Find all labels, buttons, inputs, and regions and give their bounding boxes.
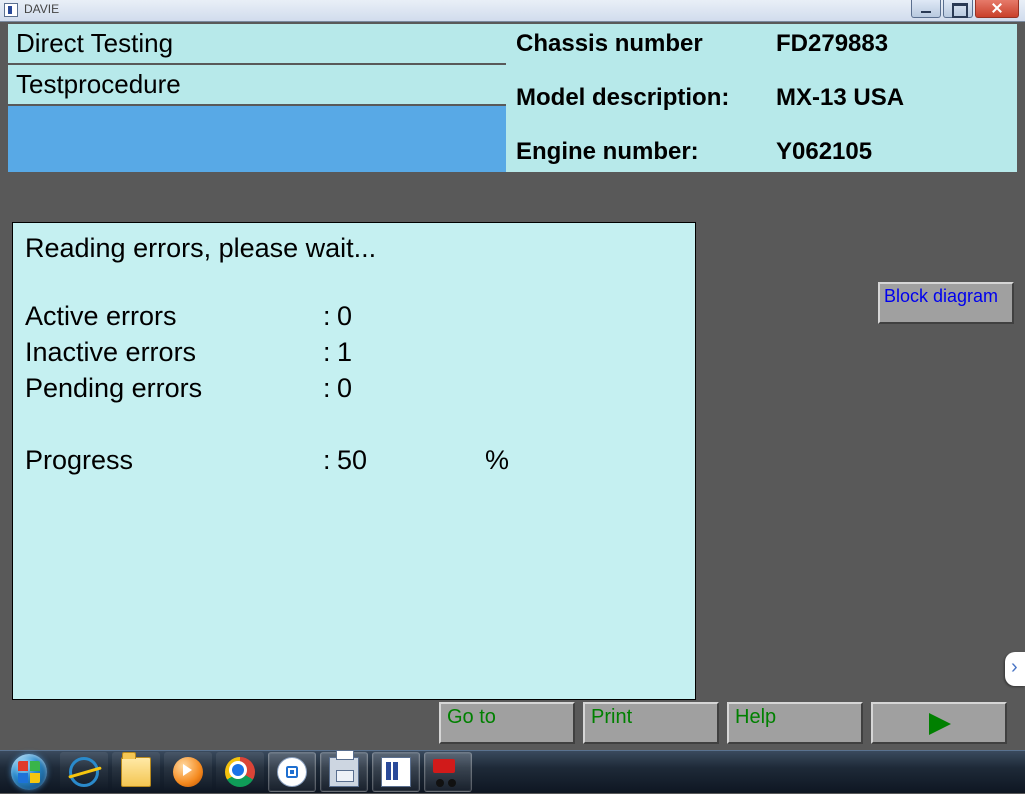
taskbar-truck-app[interactable] — [424, 752, 472, 792]
breadcrumb-current — [8, 106, 506, 172]
side-expand-tab[interactable] — [1005, 652, 1025, 686]
window-titlebar: DAVIE — [0, 0, 1025, 22]
taskbar-ie[interactable] — [60, 752, 108, 792]
model-description-value: MX-13 USA — [776, 84, 904, 112]
separator: : — [323, 373, 337, 404]
breadcrumb-line-1: Direct Testing — [8, 24, 506, 65]
windows-taskbar — [0, 750, 1025, 793]
goto-button[interactable]: Go to — [439, 702, 575, 744]
window-close-button[interactable] — [975, 0, 1019, 18]
separator: : — [323, 445, 337, 476]
taskbar-davie[interactable] — [372, 752, 420, 792]
teamviewer-icon — [277, 757, 307, 787]
folder-icon — [121, 757, 151, 787]
bottom-toolbar: Go to Print Help — [439, 702, 1007, 744]
davie-app-icon — [381, 757, 411, 787]
vehicle-info-panel: Chassis number FD279883 Model descriptio… — [506, 24, 1017, 172]
chassis-number-label: Chassis number — [516, 30, 776, 58]
progress-value: 50 — [337, 445, 485, 476]
model-description-label: Model description: — [516, 84, 776, 112]
window-minimize-button[interactable] — [911, 0, 941, 18]
engine-number-value: Y062105 — [776, 138, 872, 166]
taskbar-explorer[interactable] — [112, 752, 160, 792]
internet-explorer-icon — [69, 757, 99, 787]
pending-errors-value: 0 — [337, 373, 485, 404]
start-button[interactable] — [0, 751, 58, 794]
inactive-errors-label: Inactive errors — [25, 337, 323, 368]
active-errors-label: Active errors — [25, 301, 323, 332]
pending-errors-label: Pending errors — [25, 373, 323, 404]
continue-button[interactable] — [871, 702, 1007, 744]
printer-icon — [329, 757, 359, 787]
inactive-errors-value: 1 — [337, 337, 485, 368]
app-icon — [4, 3, 18, 17]
media-player-icon — [173, 757, 203, 787]
chrome-icon — [225, 757, 255, 787]
window-maximize-button[interactable] — [943, 0, 973, 18]
chassis-number-value: FD279883 — [776, 30, 888, 58]
block-diagram-button[interactable]: Block diagram — [878, 282, 1014, 324]
progress-label: Progress — [25, 445, 323, 476]
header-left: Direct Testing Testprocedure — [8, 24, 506, 172]
engine-number-label: Engine number: — [516, 138, 776, 166]
active-errors-value: 0 — [337, 301, 485, 332]
help-button[interactable]: Help — [727, 702, 863, 744]
main-area: Reading errors, please wait... Active er… — [0, 174, 1025, 750]
taskbar-print-app[interactable] — [320, 752, 368, 792]
taskbar-media-player[interactable] — [164, 752, 212, 792]
header-panel: Direct Testing Testprocedure Chassis num… — [6, 22, 1019, 174]
separator: : — [323, 301, 337, 332]
status-message: Reading errors, please wait... — [25, 233, 683, 264]
breadcrumb-line-2: Testprocedure — [8, 65, 506, 106]
windows-logo-icon — [11, 754, 47, 790]
reading-errors-panel: Reading errors, please wait... Active er… — [12, 222, 696, 700]
separator: : — [323, 337, 337, 368]
play-icon — [929, 713, 951, 735]
taskbar-chrome[interactable] — [216, 752, 264, 792]
taskbar-teamviewer[interactable] — [268, 752, 316, 792]
progress-unit: % — [485, 445, 509, 476]
truck-icon — [433, 757, 463, 787]
app-title: DAVIE — [24, 2, 59, 16]
print-button[interactable]: Print — [583, 702, 719, 744]
